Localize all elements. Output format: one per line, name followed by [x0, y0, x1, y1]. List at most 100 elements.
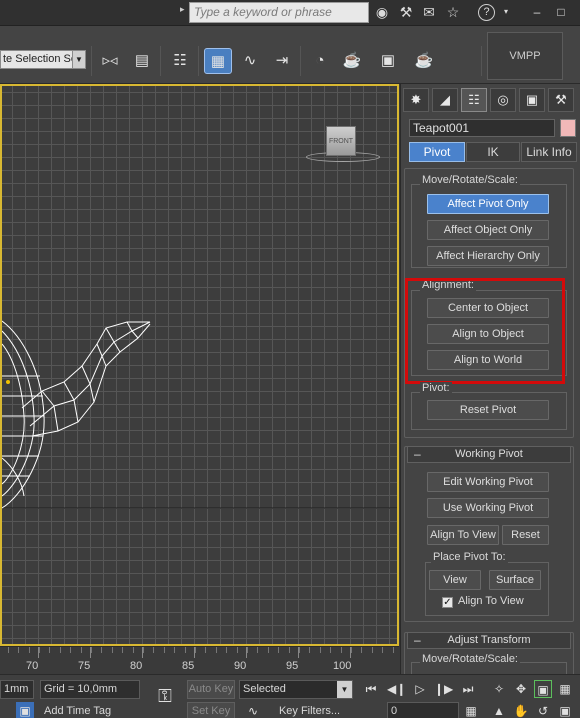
align-icon[interactable]: ▤	[128, 48, 156, 74]
hierarchy-icon[interactable]: ☷	[461, 88, 487, 112]
motion-icon[interactable]: ◎	[490, 88, 516, 112]
front-viewport[interactable]: FRONT	[0, 84, 399, 646]
tab-link-info[interactable]: Link Info	[521, 142, 577, 162]
play-icon[interactable]: ▷	[411, 680, 429, 698]
align-to-view-checkbox-label: Align To View	[458, 595, 524, 607]
toolbar-separator	[91, 46, 92, 76]
key-icon[interactable]: ⚿	[150, 687, 180, 705]
add-time-tag-button[interactable]: Add Time Tag	[40, 702, 140, 718]
modify-icon[interactable]: ◢	[432, 88, 458, 112]
rendered-frame-window-icon[interactable]: ▣	[374, 48, 402, 74]
minimize-button[interactable]: –	[526, 3, 548, 21]
affect-object-only-button[interactable]: Affect Object Only	[427, 220, 549, 240]
help-icon[interactable]: ?	[478, 4, 495, 21]
material-editor-icon[interactable]: ◔	[306, 48, 334, 74]
key-filters-button[interactable]: Key Filters...	[266, 702, 353, 718]
ruler-minor-tick	[361, 647, 362, 653]
curve-editor-icon[interactable]: ∿	[236, 48, 264, 74]
ruler-label-85: 85	[182, 660, 195, 672]
teapot-wireframe	[2, 320, 397, 509]
command-panel: ✸ ◢ ☷ ◎ ▣ ⚒ Teapot001 Pivot IK Link Info…	[400, 84, 580, 674]
ruler-minor-tick	[382, 647, 383, 653]
object-color-swatch[interactable]	[560, 119, 576, 137]
help-dropdown-icon[interactable]: ▾	[496, 2, 516, 22]
use-working-pivot-button[interactable]: Use Working Pivot	[427, 498, 549, 518]
affect-hierarchy-only-button[interactable]: Affect Hierarchy Only	[427, 246, 549, 266]
zoom-extents-all-icon[interactable]: ▦	[556, 680, 574, 698]
ruler-minor-tick	[237, 647, 238, 653]
previous-frame-icon[interactable]: ◀❙	[387, 680, 406, 698]
ruler-minor-tick	[91, 647, 92, 653]
reset-working-pivot-button[interactable]: Reset	[502, 525, 549, 545]
ruler-minor-tick	[185, 647, 186, 653]
orbit-icon[interactable]: ↺	[534, 702, 552, 718]
scene-explorer-icon[interactable]: ▦	[204, 48, 232, 74]
object-name-field[interactable]: Teapot001	[409, 119, 555, 137]
move-rotate-scale-label: Move/Rotate/Scale:	[420, 174, 520, 186]
tangent-type-icon[interactable]: ∿	[244, 702, 262, 718]
ruler-minor-tick	[247, 647, 248, 653]
ruler-minor-tick	[393, 647, 394, 653]
ruler-minor-tick	[309, 647, 310, 653]
affect-pivot-only-button[interactable]: Affect Pivot Only	[427, 194, 549, 214]
viewcube[interactable]: FRONT	[326, 126, 356, 156]
next-frame-icon[interactable]: ❙▶	[434, 680, 453, 698]
zoom-icon[interactable]: ✧	[490, 680, 508, 698]
ruler-minor-tick	[351, 647, 352, 653]
mirror-icon[interactable]: ▹◃	[96, 48, 124, 74]
edit-working-pivot-button[interactable]: Edit Working Pivot	[427, 472, 549, 492]
add-time-tag-icon[interactable]: ▣	[16, 702, 34, 718]
adjust-transform-header[interactable]: – Adjust Transform	[407, 632, 571, 649]
ruler-minor-tick	[18, 647, 19, 653]
expand-arrow-icon[interactable]: ▸	[180, 4, 185, 15]
ruler-minor-tick	[216, 647, 217, 653]
align-to-view-button[interactable]: Align To View	[427, 525, 499, 545]
vmpp-button[interactable]: VMPP	[487, 32, 563, 80]
pan-icon[interactable]: ✋	[512, 702, 530, 718]
zoom-all-icon[interactable]: ✥	[512, 680, 530, 698]
maximize-viewport-icon[interactable]: ▣	[556, 702, 574, 718]
chevron-down-icon[interactable]: ▼	[337, 681, 352, 698]
binoculars-icon[interactable]: ◉	[372, 2, 392, 22]
display-icon[interactable]: ▣	[519, 88, 545, 112]
key-mode-dropdown[interactable]: Selected	[239, 680, 353, 699]
time-configuration-icon[interactable]: ▦	[462, 702, 480, 718]
bell-icon[interactable]: ✉	[419, 2, 439, 22]
toolbar-separator	[300, 46, 301, 76]
auto-key-button[interactable]: Auto Key	[187, 680, 235, 699]
star-icon[interactable]: ☆	[443, 2, 463, 22]
coordinate-field[interactable]: 1mm	[0, 680, 34, 699]
restore-button[interactable]: □	[550, 3, 572, 21]
create-icon[interactable]: ✸	[403, 88, 429, 112]
set-key-button[interactable]: Set Key	[187, 702, 235, 718]
field-of-view-icon[interactable]: ▲	[490, 702, 508, 718]
ruler-minor-tick	[278, 647, 279, 653]
align-to-view-checkbox[interactable]: ✓	[442, 597, 453, 608]
working-pivot-header[interactable]: – Working Pivot	[407, 446, 571, 463]
ruler-minor-tick	[70, 647, 71, 653]
search-input[interactable]: Type a keyword or phrase	[189, 2, 369, 23]
pivot-label: Pivot:	[420, 382, 452, 394]
render-production-icon[interactable]: ☕	[410, 48, 438, 74]
zoom-extents-icon[interactable]: ▣	[534, 680, 552, 698]
utilities-icon[interactable]: ⚒	[548, 88, 574, 112]
tab-pivot[interactable]: Pivot	[409, 142, 465, 162]
chevron-down-icon[interactable]: ▼	[72, 50, 86, 69]
ruler-label-95: 95	[286, 660, 299, 672]
track-bar-ruler[interactable]: 70 75 80 85 90 95 100	[0, 646, 399, 674]
layer-manager-icon[interactable]: ☷	[166, 48, 194, 74]
place-pivot-view-button[interactable]: View	[429, 570, 481, 590]
ruler-minor-tick	[226, 647, 227, 653]
current-frame-field[interactable]: 0	[387, 702, 459, 718]
working-pivot-title: Working Pivot	[455, 448, 523, 460]
render-setup-icon[interactable]: ☕	[338, 48, 366, 74]
tab-ik[interactable]: IK	[466, 142, 520, 162]
schematic-view-icon[interactable]: ⇥	[268, 48, 296, 74]
wrench-icon[interactable]: ⚒	[396, 2, 416, 22]
reset-pivot-button[interactable]: Reset Pivot	[427, 400, 549, 420]
place-pivot-surface-button[interactable]: Surface	[489, 570, 541, 590]
ruler-minor-tick	[143, 647, 144, 653]
ruler-minor-tick	[268, 647, 269, 653]
go-to-start-icon[interactable]: ⏮	[362, 680, 380, 698]
go-to-end-icon[interactable]: ⏭	[459, 680, 477, 698]
